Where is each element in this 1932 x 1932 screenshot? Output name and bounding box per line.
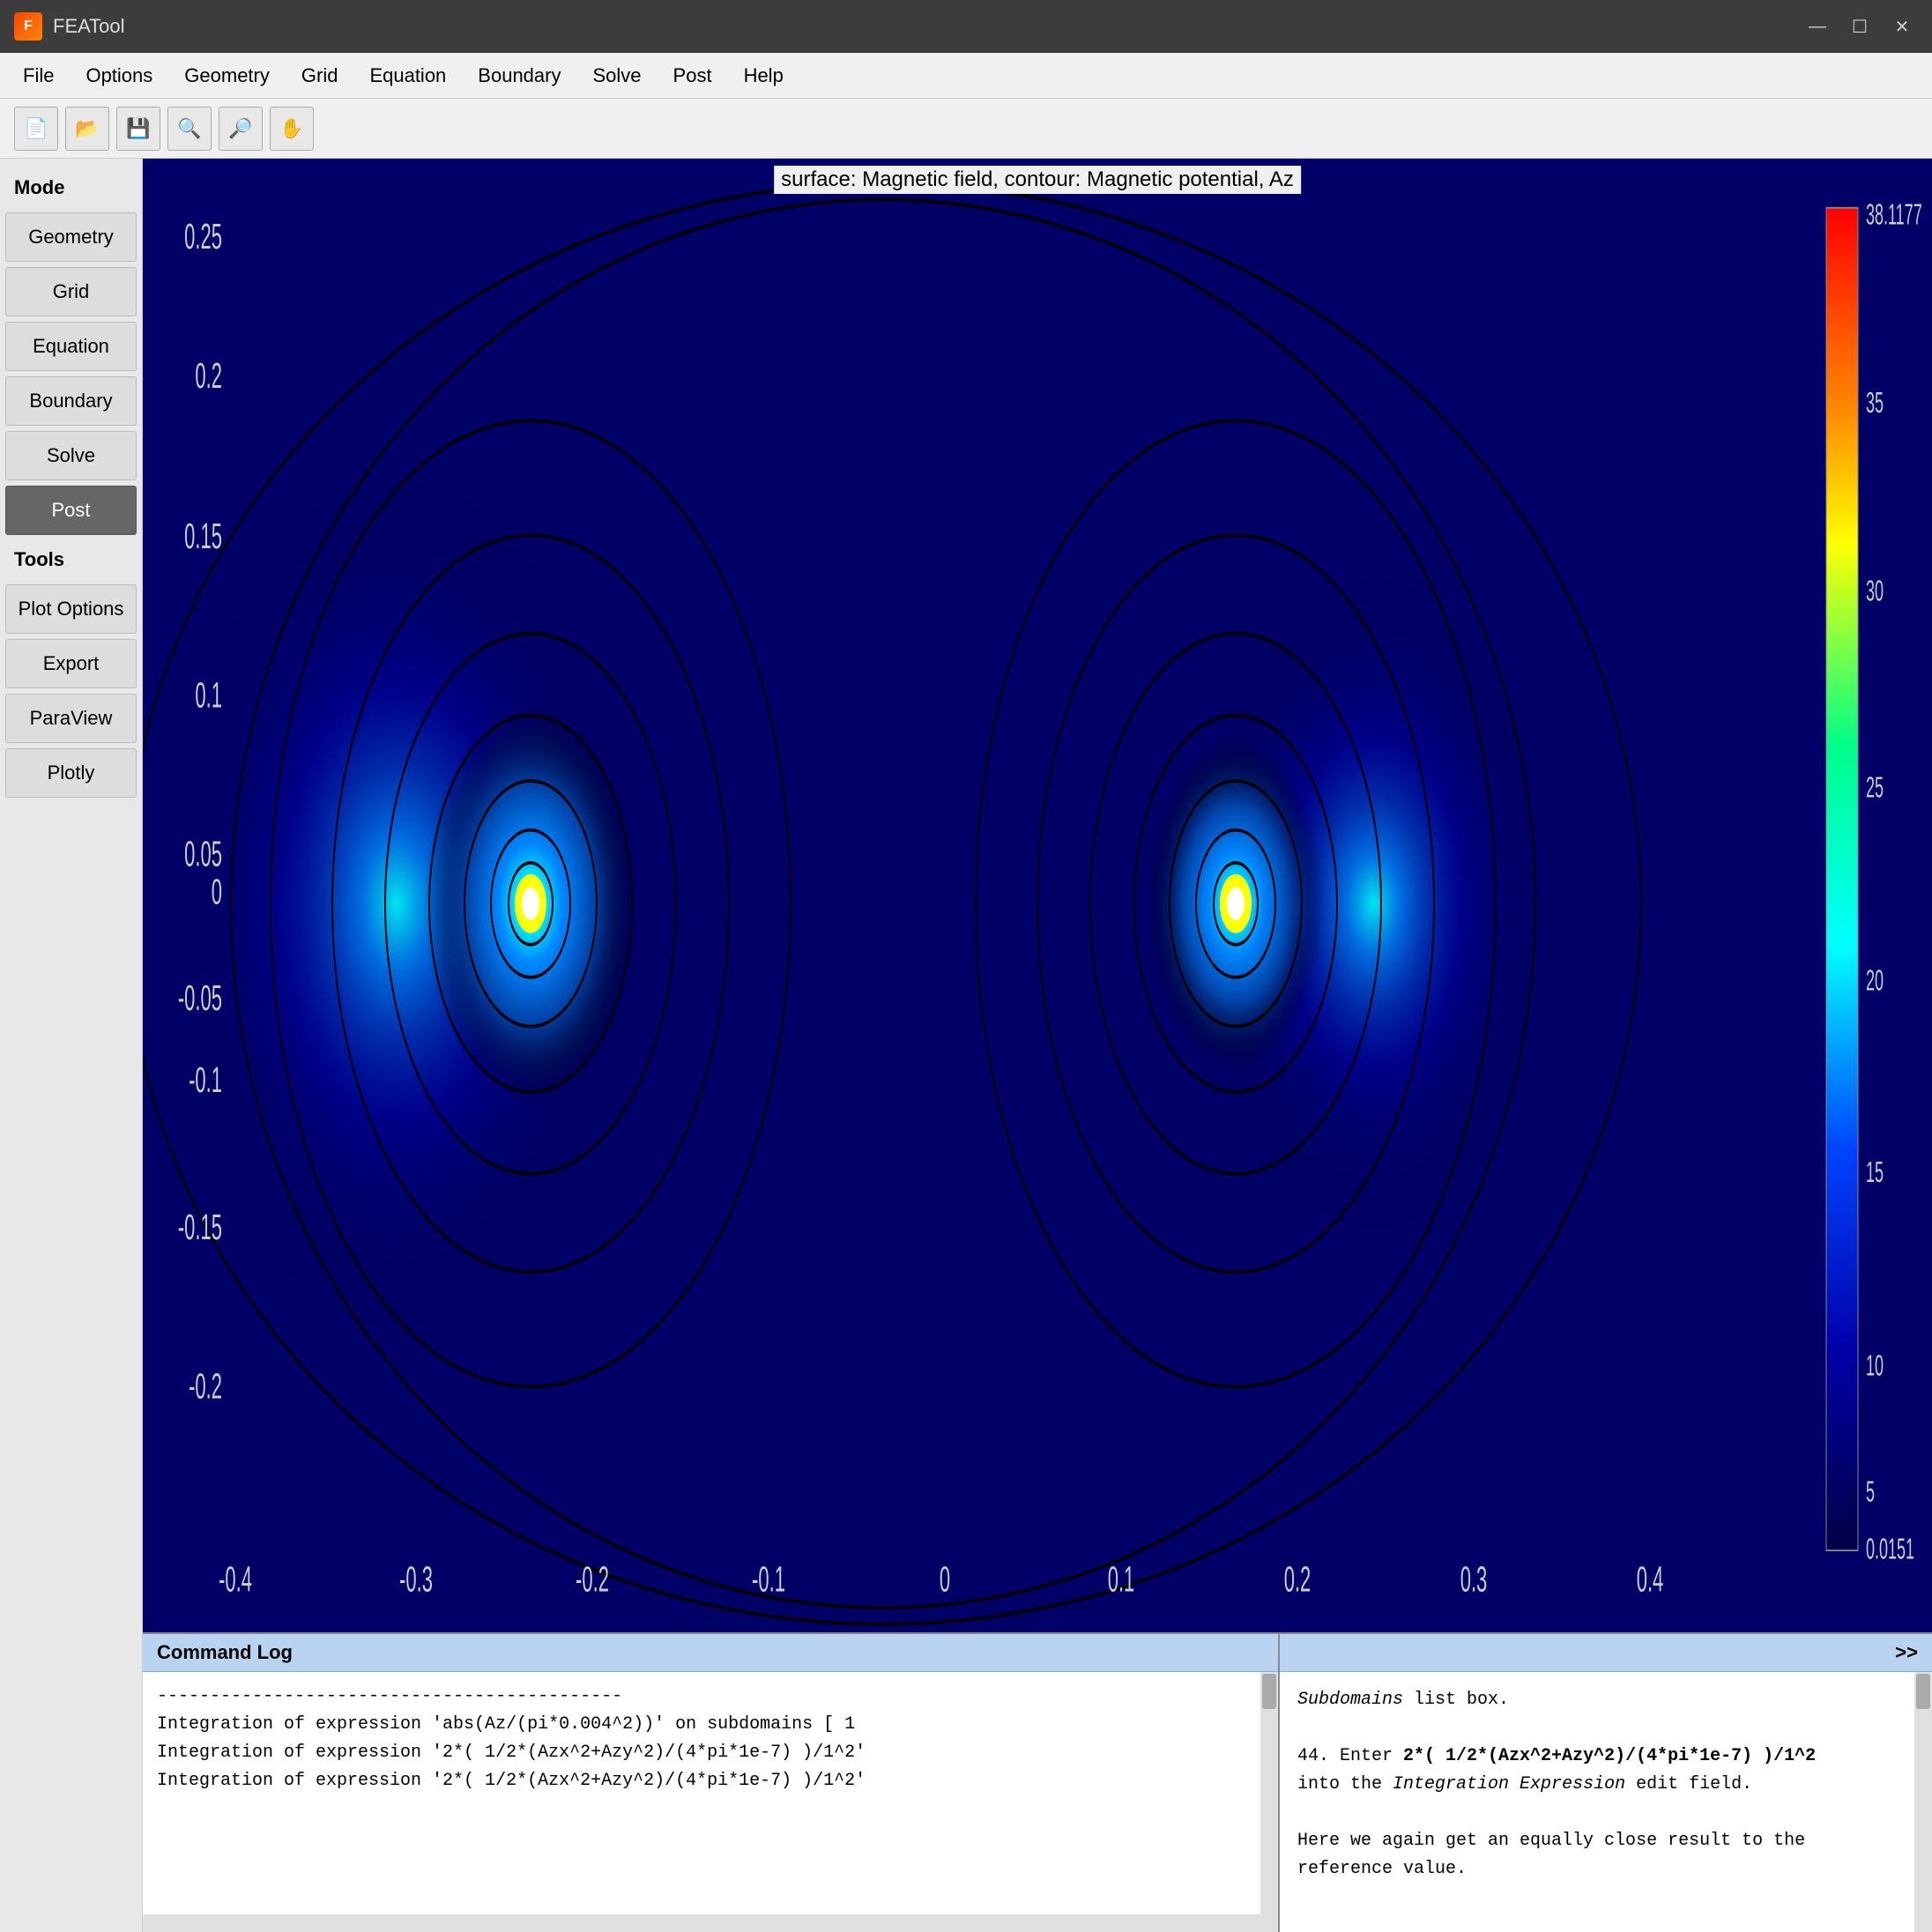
right-panel: >> Subdomains list box. 44. Enter 2*( 1/… bbox=[1280, 1634, 1932, 1932]
svg-text:-0.1: -0.1 bbox=[189, 1059, 222, 1100]
command-log-header: Command Log bbox=[143, 1634, 1278, 1672]
svg-text:-0.4: -0.4 bbox=[219, 1558, 252, 1599]
sidebar-item-post[interactable]: Post bbox=[5, 486, 137, 535]
content-area: surface: Magnetic field, contour: Magnet… bbox=[143, 159, 1932, 1932]
right-line-2 bbox=[1297, 1714, 1914, 1743]
svg-text:0.1: 0.1 bbox=[195, 674, 222, 715]
command-log-title: Command Log bbox=[157, 1641, 293, 1664]
log-line-1: ----------------------------------------… bbox=[157, 1683, 1264, 1711]
plot-svg: 0.25 0.2 0.15 0.1 0.05 0 -0.05 -0.1 -0.1… bbox=[143, 159, 1932, 1632]
tools-header: Tools bbox=[0, 538, 142, 582]
right-panel-header: >> bbox=[1280, 1634, 1932, 1672]
svg-text:0.05: 0.05 bbox=[184, 833, 222, 873]
save-file-button[interactable]: 💾 bbox=[116, 107, 160, 151]
svg-text:35: 35 bbox=[1866, 386, 1884, 419]
svg-text:0.2: 0.2 bbox=[195, 355, 222, 396]
svg-text:15: 15 bbox=[1866, 1155, 1884, 1188]
maximize-button[interactable]: ☐ bbox=[1844, 11, 1876, 42]
plot-area: surface: Magnetic field, contour: Magnet… bbox=[143, 159, 1932, 1632]
sidebar-item-equation[interactable]: Equation bbox=[5, 322, 137, 371]
menu-boundary[interactable]: Boundary bbox=[462, 57, 576, 94]
right-line-3: 44. Enter 2*( 1/2*(Azx^2+Azy^2)/(4*pi*1e… bbox=[1297, 1743, 1914, 1771]
minimize-button[interactable]: — bbox=[1802, 11, 1833, 42]
sidebar-item-solve[interactable]: Solve bbox=[5, 431, 137, 480]
sidebar-item-paraview[interactable]: ParaView bbox=[5, 694, 137, 743]
log-line-3: Integration of expression 'abs(Az/(pi*0.… bbox=[157, 1711, 1264, 1739]
menu-grid[interactable]: Grid bbox=[286, 57, 354, 94]
right-scrollbar-v[interactable] bbox=[1914, 1672, 1932, 1932]
menu-post[interactable]: Post bbox=[658, 57, 728, 94]
right-line-4: into the Integration Expression edit fie… bbox=[1297, 1771, 1914, 1799]
right-line-6: Here we again get an equally close resul… bbox=[1297, 1827, 1914, 1855]
svg-text:-0.2: -0.2 bbox=[576, 1558, 609, 1599]
window-controls: — ☐ ✕ bbox=[1802, 11, 1918, 42]
svg-text:-0.1: -0.1 bbox=[752, 1558, 785, 1599]
menu-file[interactable]: File bbox=[7, 57, 70, 94]
sidebar-item-plotly[interactable]: Plotly bbox=[5, 748, 137, 798]
log-scrollbar-v[interactable] bbox=[1260, 1672, 1278, 1932]
right-panel-btn[interactable]: >> bbox=[1895, 1641, 1918, 1664]
svg-text:-0.05: -0.05 bbox=[178, 977, 222, 1018]
svg-text:-0.2: -0.2 bbox=[189, 1365, 222, 1406]
log-scrollbar-h[interactable] bbox=[143, 1914, 1278, 1932]
close-button[interactable]: ✕ bbox=[1886, 11, 1918, 42]
app-title: FEATool bbox=[53, 15, 1802, 38]
svg-text:0.25: 0.25 bbox=[184, 216, 222, 256]
pan-button[interactable]: ✋ bbox=[270, 107, 314, 151]
svg-text:0.4: 0.4 bbox=[1637, 1558, 1664, 1599]
svg-text:0.0151: 0.0151 bbox=[1866, 1533, 1914, 1565]
log-line-7: Integration of expression '2*( 1/2*(Azx^… bbox=[157, 1767, 1264, 1795]
svg-text:30: 30 bbox=[1866, 575, 1884, 607]
command-log: Command Log ----------------------------… bbox=[143, 1634, 1280, 1932]
toolbar: 📄 📂 💾 🔍 🔎 ✋ bbox=[0, 99, 1932, 159]
sidebar-item-grid[interactable]: Grid bbox=[5, 267, 137, 316]
right-line-1: Subdomains list box. bbox=[1297, 1686, 1914, 1714]
titlebar: F FEATool — ☐ ✕ bbox=[0, 0, 1932, 53]
svg-text:0: 0 bbox=[940, 1558, 950, 1599]
sidebar-item-geometry[interactable]: Geometry bbox=[5, 212, 137, 262]
open-file-button[interactable]: 📂 bbox=[65, 107, 109, 151]
svg-text:0.2: 0.2 bbox=[1284, 1558, 1312, 1599]
plot-title: surface: Magnetic field, contour: Magnet… bbox=[774, 166, 1301, 194]
log-line-5: Integration of expression '2*( 1/2*(Azx^… bbox=[157, 1739, 1264, 1767]
right-line-5 bbox=[1297, 1799, 1914, 1827]
sidebar: Mode Geometry Grid Equation Boundary Sol… bbox=[0, 159, 143, 1932]
svg-text:38.1177: 38.1177 bbox=[1866, 197, 1922, 230]
svg-text:25: 25 bbox=[1866, 771, 1884, 804]
svg-text:0: 0 bbox=[212, 871, 222, 911]
app-icon: F bbox=[14, 12, 42, 41]
sidebar-item-export[interactable]: Export bbox=[5, 639, 137, 688]
svg-text:0.1: 0.1 bbox=[1108, 1558, 1135, 1599]
menubar: File Options Geometry Grid Equation Boun… bbox=[0, 53, 1932, 99]
sidebar-item-boundary[interactable]: Boundary bbox=[5, 376, 137, 426]
right-line-7: reference value. bbox=[1297, 1855, 1914, 1884]
menu-solve[interactable]: Solve bbox=[576, 57, 657, 94]
zoom-fit-button[interactable]: 🔍 bbox=[167, 107, 212, 151]
svg-text:-0.3: -0.3 bbox=[399, 1558, 433, 1599]
bottom-panel: Command Log ----------------------------… bbox=[143, 1632, 1932, 1932]
svg-text:0.3: 0.3 bbox=[1460, 1558, 1488, 1599]
zoom-button[interactable]: 🔎 bbox=[219, 107, 263, 151]
svg-text:10: 10 bbox=[1866, 1349, 1884, 1381]
svg-text:-0.15: -0.15 bbox=[178, 1207, 222, 1247]
menu-equation[interactable]: Equation bbox=[353, 57, 462, 94]
right-panel-content[interactable]: Subdomains list box. 44. Enter 2*( 1/2*(… bbox=[1280, 1672, 1932, 1932]
menu-help[interactable]: Help bbox=[728, 57, 799, 94]
new-file-button[interactable]: 📄 bbox=[14, 107, 58, 151]
sidebar-item-plot-options[interactable]: Plot Options bbox=[5, 584, 137, 634]
menu-geometry[interactable]: Geometry bbox=[168, 57, 286, 94]
main-layout: Mode Geometry Grid Equation Boundary Sol… bbox=[0, 159, 1932, 1932]
command-log-content[interactable]: ----------------------------------------… bbox=[143, 1672, 1278, 1932]
svg-text:0.15: 0.15 bbox=[184, 516, 222, 556]
svg-text:20: 20 bbox=[1866, 964, 1884, 997]
mode-header: Mode bbox=[0, 166, 142, 210]
menu-options[interactable]: Options bbox=[70, 57, 168, 94]
svg-text:5: 5 bbox=[1866, 1475, 1875, 1507]
